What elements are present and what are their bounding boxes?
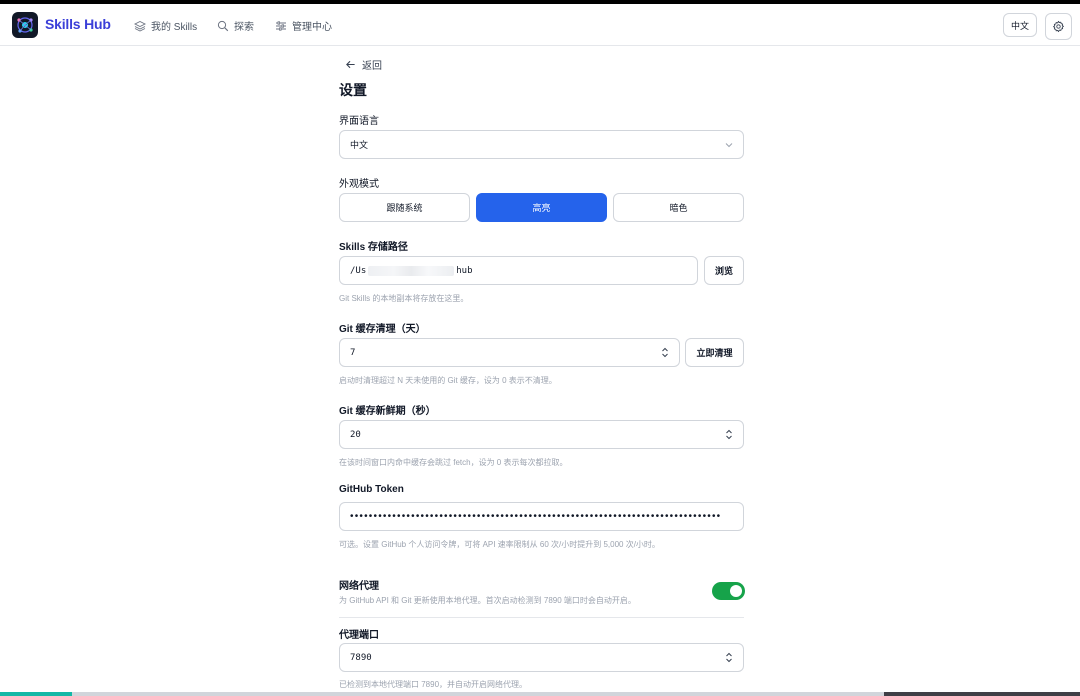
nav-item-label: 管理中心 [292,22,332,33]
appearance-option-dark[interactable]: 暗色 [613,193,744,222]
git-cache-fresh-label: Git 缓存新鲜期（秒） [339,406,436,417]
nav-item-label: 探索 [234,22,254,33]
clean-now-button[interactable]: 立即清理 [685,338,744,367]
appearance-option-system[interactable]: 跟随系统 [339,193,470,222]
git-cache-cleanup-hint: 启动时清理超过 N 天未使用的 Git 缓存，设为 0 表示不清理。 [339,376,557,385]
gear-icon [1053,20,1064,33]
proxy-toggle[interactable] [712,582,745,600]
top-navbar: Skills Hub 我的 Skills 探索 管理中心 中文 [0,4,1080,46]
proxy-label: 网络代理 [339,581,379,592]
nav-item-my-skills[interactable]: 我的 Skills [134,18,197,33]
language-label: 界面语言 [339,116,379,127]
browse-button[interactable]: 浏览 [704,256,744,285]
storage-path-end: hub [456,265,473,276]
section-divider [339,617,744,618]
layers-icon [134,20,146,32]
nav-item-explore[interactable]: 探索 [217,18,254,33]
nav-item-admin[interactable]: 管理中心 [275,18,332,33]
git-cache-fresh-input[interactable]: 20 [339,420,744,449]
github-token-hint: 可选。设置 GitHub 个人访问令牌，可将 API 速率限制从 60 次/小时… [339,540,660,549]
storage-path-hint: Git Skills 的本地副本将存放在这里。 [339,294,469,303]
redacted-path-segment [368,265,455,276]
brand-name[interactable]: Skills Hub [45,16,111,32]
appearance-option-light[interactable]: 高亮 [476,193,607,222]
github-token-input[interactable]: ••••••••••••••••••••••••••••••••••••••••… [339,502,744,531]
language-selected-value: 中文 [350,140,369,150]
proxy-port-label: 代理端口 [339,630,379,641]
proxy-port-value: 7890 [350,652,372,663]
back-label: 返回 [362,61,382,72]
github-token-label: GitHub Token [339,484,404,495]
chevron-down-icon [725,143,733,148]
storage-path-input[interactable]: /Us hub [339,256,698,285]
appearance-label: 外观模式 [339,179,379,190]
logo-mark-icon [17,17,33,33]
stepper-icon[interactable] [725,652,733,663]
back-link[interactable]: 返回 [345,57,382,72]
search-icon [217,20,229,31]
language-select[interactable]: 中文 [339,130,744,159]
stepper-icon[interactable] [725,429,733,440]
git-cache-cleanup-label: Git 缓存清理（天） [339,324,426,335]
proxy-port-hint: 已检测到本地代理端口 7890，并自动开启网络代理。 [339,680,528,689]
proxy-port-input[interactable]: 7890 [339,643,744,672]
storage-path-label: Skills 存储路径 [339,242,408,253]
git-cache-cleanup-value: 7 [350,347,356,358]
toggle-knob [730,585,742,597]
git-cache-fresh-hint: 在该时间窗口内命中缓存会跳过 fetch，设为 0 表示每次都拉取。 [339,458,568,467]
bottom-edge-accent [0,692,72,696]
git-cache-fresh-value: 20 [350,429,361,440]
language-switch-button[interactable]: 中文 [1003,13,1037,37]
stepper-icon[interactable] [661,347,669,358]
github-token-masked-value: ••••••••••••••••••••••••••••••••••••••••… [350,511,722,522]
storage-path-start: /Us [350,265,367,276]
settings-button[interactable] [1045,13,1072,40]
git-cache-cleanup-input[interactable]: 7 [339,338,680,367]
bottom-edge-dark [884,692,1080,696]
proxy-description: 为 GitHub API 和 Git 更新使用本地代理。首次启动检测到 7890… [339,596,636,605]
page-title: 设置 [339,82,367,98]
window-bottom-edge [0,692,1080,696]
nav-item-label: 我的 Skills [151,22,198,33]
sliders-icon [276,20,286,31]
arrow-left-icon [346,60,355,69]
app-logo[interactable] [12,12,38,38]
